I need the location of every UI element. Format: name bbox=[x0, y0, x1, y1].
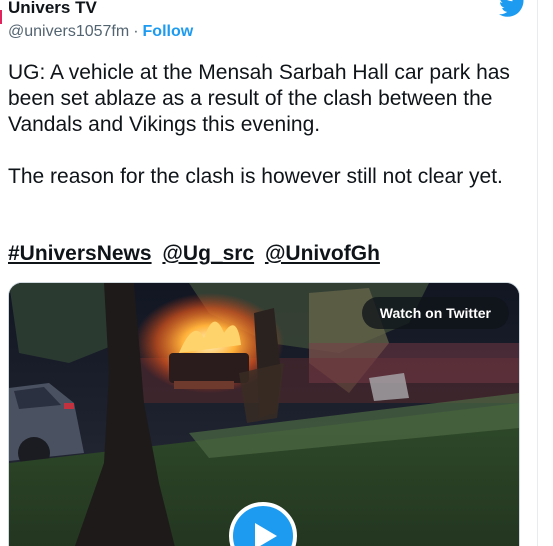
mention-link[interactable]: @UnivofGh bbox=[265, 242, 380, 265]
hashtag-link[interactable]: #UniversNews bbox=[8, 242, 152, 265]
twitter-bird-icon[interactable] bbox=[499, 0, 527, 18]
tweet-body: UG: A vehicle at the Mensah Sarbah Hall … bbox=[8, 60, 528, 190]
follow-button[interactable]: Follow bbox=[143, 23, 194, 40]
tweet-tags: #UniversNews @Ug_src @UnivofGh bbox=[8, 241, 385, 267]
mention-link[interactable]: @Ug_src bbox=[162, 242, 254, 265]
separator-dot: · bbox=[133, 23, 139, 40]
tweet-paragraph: UG: A vehicle at the Mensah Sarbah Hall … bbox=[8, 61, 510, 136]
video-thumbnail[interactable]: Watch on Twitter bbox=[8, 282, 520, 546]
user-handle[interactable]: @univers1057fm bbox=[8, 23, 129, 40]
watch-on-twitter-button[interactable]: Watch on Twitter bbox=[361, 297, 509, 329]
tweet-header: Univers TV @univers1057fm · Follow bbox=[8, 0, 528, 44]
edge-marker bbox=[0, 10, 2, 24]
handle-row: @univers1057fm · Follow bbox=[8, 21, 193, 43]
tweet-embed-card: Univers TV @univers1057fm · Follow UG: A v… bbox=[0, 0, 538, 546]
display-name[interactable]: Univers TV bbox=[8, 0, 97, 19]
tweet-paragraph: The reason for the clash is however stil… bbox=[8, 165, 503, 188]
play-icon bbox=[255, 523, 277, 546]
